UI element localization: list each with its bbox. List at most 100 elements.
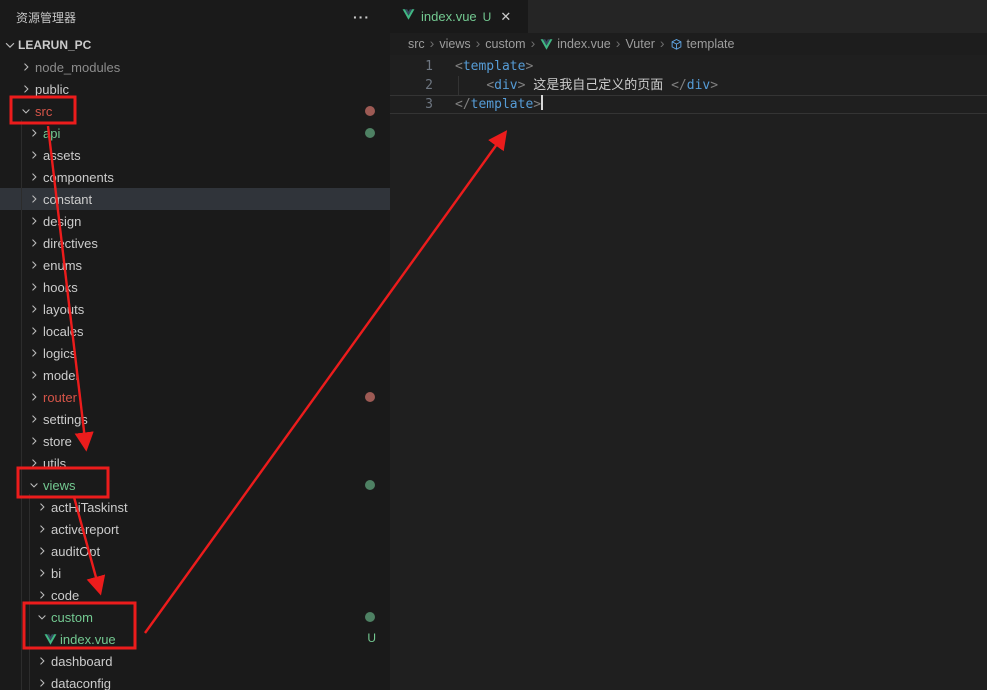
- tree-item-label: enums: [43, 258, 82, 273]
- code-editor[interactable]: 1 <template>2 <div> 这是我自己定义的页面 </div>3 </t…: [390, 55, 987, 114]
- tree-item-logics[interactable]: logics: [0, 342, 390, 364]
- git-status-badge: U: [367, 631, 376, 645]
- tree-item-actHiTaskinst[interactable]: actHiTaskinst: [0, 496, 390, 518]
- code-text: <template>: [455, 57, 533, 76]
- line-number: 1: [390, 57, 433, 76]
- tree-item-bi[interactable]: bi: [0, 562, 390, 584]
- breadcrumb-label: src: [408, 37, 425, 51]
- tree-item-model[interactable]: model: [0, 364, 390, 386]
- tree-item-dataconfig[interactable]: dataconfig: [0, 672, 390, 690]
- tree-item-label: actHiTaskinst: [51, 500, 128, 515]
- tree-item-custom[interactable]: custom: [0, 606, 390, 628]
- tree-item-label: components: [43, 170, 114, 185]
- vscode-window: 资源管理器 ··· LEARUN_PC node_modulespublic sr…: [0, 0, 987, 690]
- tree-root-learun-pc[interactable]: LEARUN_PC: [0, 34, 390, 56]
- git-decoration-dot-badge: [365, 128, 375, 138]
- breadcrumb-label: template: [687, 37, 735, 51]
- tree-item-directives[interactable]: directives: [0, 232, 390, 254]
- tree-item-design[interactable]: design: [0, 210, 390, 232]
- tree-item-views[interactable]: views: [0, 474, 390, 496]
- symbol-template-icon: [670, 38, 683, 51]
- tree-item-label: locales: [43, 324, 83, 339]
- chevron-right-icon: [35, 677, 49, 689]
- explorer-title: 资源管理器: [16, 9, 76, 26]
- breadcrumb: src›views›custom›index.vue›Vuter›templat…: [390, 33, 987, 55]
- breadcrumb-item-Vuter[interactable]: Vuter: [625, 37, 654, 51]
- tree-item-label: views: [43, 478, 76, 493]
- tree-item-index.vue[interactable]: index.vueU: [0, 628, 390, 650]
- tab-bar: index.vue U ✕: [390, 0, 987, 33]
- breadcrumb-item-views[interactable]: views: [439, 37, 470, 51]
- tab-git-status-badge: U: [483, 10, 492, 24]
- chevron-right-icon: [27, 457, 41, 469]
- tree-item-label: hooks: [43, 280, 78, 295]
- chevron-right-icon: [27, 325, 41, 337]
- tree-item-router[interactable]: router: [0, 386, 390, 408]
- tree-item-components[interactable]: components: [0, 166, 390, 188]
- tree-item-label: src: [35, 104, 52, 119]
- tree-item-locales[interactable]: locales: [0, 320, 390, 342]
- tree-item-label: logics: [43, 346, 76, 361]
- breadcrumb-label: Vuter: [625, 37, 654, 51]
- breadcrumb-item-index.vue[interactable]: index.vue: [540, 37, 611, 51]
- chevron-right-icon: [35, 589, 49, 601]
- tree-item-constant[interactable]: constant: [0, 188, 390, 210]
- chevron-separator-icon: ›: [430, 36, 435, 52]
- tree-item-label: settings: [43, 412, 88, 427]
- tab-label: index.vue: [421, 9, 477, 24]
- tree-item-label: design: [43, 214, 81, 229]
- tree-item-label: constant: [43, 192, 92, 207]
- chevron-separator-icon: ›: [660, 36, 665, 52]
- indent-guide: [458, 76, 459, 95]
- tree-item-code[interactable]: code: [0, 584, 390, 606]
- breadcrumb-item-template[interactable]: template: [670, 37, 735, 51]
- tree-item-store[interactable]: store: [0, 430, 390, 452]
- chevron-right-icon: [27, 127, 41, 139]
- breadcrumb-item-src[interactable]: src: [408, 37, 425, 51]
- chevron-right-icon: [27, 193, 41, 205]
- tree-item-hooks[interactable]: hooks: [0, 276, 390, 298]
- tree-item-api[interactable]: api: [0, 122, 390, 144]
- tree-item-label: router: [43, 390, 77, 405]
- tree-item-label: activereport: [51, 522, 119, 537]
- tree-item-label: bi: [51, 566, 61, 581]
- tree-item-label: directives: [43, 236, 98, 251]
- tree-item-assets[interactable]: assets: [0, 144, 390, 166]
- line-number: 2: [390, 76, 433, 95]
- breadcrumb-item-custom[interactable]: custom: [485, 37, 525, 51]
- chevron-separator-icon: ›: [476, 36, 481, 52]
- chevron-right-icon: [27, 347, 41, 359]
- code-line-1: 1 <template>: [390, 57, 987, 76]
- tree-item-label: api: [43, 126, 60, 141]
- tree-item-settings[interactable]: settings: [0, 408, 390, 430]
- tree-item-src[interactable]: src: [0, 100, 390, 122]
- chevron-right-icon: [35, 501, 49, 513]
- tab-index-vue[interactable]: index.vue U ✕: [390, 0, 528, 33]
- tree-item-utils[interactable]: utils: [0, 452, 390, 474]
- tree-item-enums[interactable]: enums: [0, 254, 390, 276]
- close-icon[interactable]: ✕: [500, 9, 511, 25]
- tree-item-label: store: [43, 434, 72, 449]
- tree-item-label: auditOpt: [51, 544, 100, 559]
- chevron-right-icon: [35, 545, 49, 557]
- code-text: </template>: [455, 95, 543, 114]
- tree-item-public[interactable]: public: [0, 78, 390, 100]
- editor-group: index.vue U ✕ src › views › custom › index.vue…: [390, 0, 987, 690]
- more-actions-icon[interactable]: ···: [349, 9, 374, 25]
- tree-item-dashboard[interactable]: dashboard: [0, 650, 390, 672]
- tree-item-activereport[interactable]: activereport: [0, 518, 390, 540]
- chevron-down-icon: [35, 611, 49, 623]
- code-line-2: 2 <div> 这是我自己定义的页面 </div>: [390, 76, 987, 95]
- chevron-right-icon: [35, 523, 49, 535]
- breadcrumb-label: views: [439, 37, 470, 51]
- line-number: 3: [390, 95, 433, 114]
- tree-item-auditOpt[interactable]: auditOpt: [0, 540, 390, 562]
- tree-item-layouts[interactable]: layouts: [0, 298, 390, 320]
- chevron-right-icon: [27, 215, 41, 227]
- breadcrumb-label: index.vue: [557, 37, 611, 51]
- tree-item-label: assets: [43, 148, 81, 163]
- indent-guide: [21, 120, 22, 690]
- tree-item-node_modules[interactable]: node_modules: [0, 56, 390, 78]
- chevron-right-icon: [27, 259, 41, 271]
- chevron-right-icon: [27, 171, 41, 183]
